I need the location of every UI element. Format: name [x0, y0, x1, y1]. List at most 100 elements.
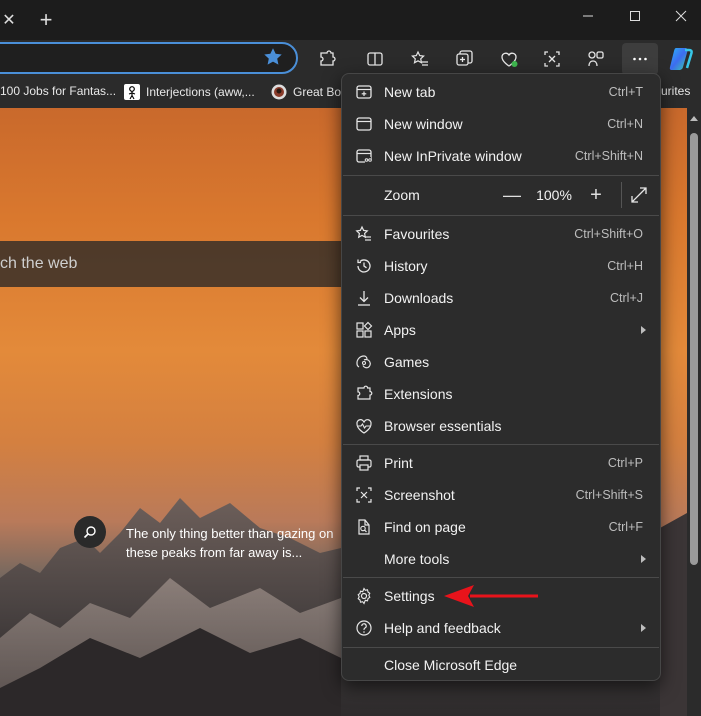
menu-item-shortcut: Ctrl+Shift+N — [574, 149, 643, 163]
more-dots-icon — [633, 57, 647, 61]
bookmark-item[interactable]: Interjections (aww,... — [124, 84, 255, 100]
search-icon — [83, 526, 96, 539]
menu-item-label: Browser essentials — [384, 418, 502, 434]
menu-item-label: Help and feedback — [384, 620, 501, 636]
find-on-page-icon — [355, 518, 373, 536]
bookmark-label: Interjections (aww,... — [146, 85, 255, 99]
menu-item-label: Apps — [384, 322, 416, 338]
close-window-button[interactable] — [658, 0, 701, 32]
profile-share-button[interactable] — [581, 44, 611, 74]
games-icon — [355, 353, 373, 371]
annotation-arrow-icon — [444, 585, 538, 607]
scroll-up-arrow-icon[interactable] — [690, 116, 698, 121]
bookmark-item[interactable]: 100 Jobs for Fantas... — [0, 84, 116, 98]
menu-item-label: New tab — [384, 84, 436, 100]
help-question-icon — [355, 619, 373, 637]
menu-divider — [343, 647, 659, 648]
menu-item-shortcut: Ctrl+Shift+O — [574, 227, 643, 241]
new-tab-button[interactable]: + — [32, 7, 60, 35]
puzzle-icon — [320, 50, 336, 66]
tab-close-button[interactable]: ✕ — [0, 9, 18, 33]
bookmark-label: 100 Jobs for Fantas... — [0, 84, 117, 98]
menu-divider — [343, 215, 659, 216]
menu-divider — [343, 577, 659, 578]
fullscreen-expand-icon[interactable] — [629, 185, 649, 205]
copilot-icon[interactable] — [668, 46, 694, 72]
zoom-in-button[interactable]: + — [585, 184, 607, 207]
menu-item-screenshot[interactable]: Screenshot Ctrl+Shift+S — [343, 479, 659, 511]
download-icon — [355, 289, 373, 307]
menu-item-extensions[interactable]: Extensions — [343, 378, 659, 410]
bookmark-item[interactable]: Great Bo — [271, 84, 341, 100]
zoom-out-button[interactable]: — — [501, 185, 523, 206]
menu-item-close-microsoft-edge[interactable]: Close Microsoft Edge — [343, 649, 659, 681]
gear-icon — [355, 587, 373, 605]
screenshot-toolbar-button[interactable] — [537, 44, 567, 74]
menu-item-history[interactable]: History Ctrl+H — [343, 250, 659, 282]
collections-button[interactable] — [449, 44, 479, 74]
split-screen-button[interactable] — [360, 44, 390, 74]
maximize-icon — [630, 11, 640, 21]
zoom-label: Zoom — [384, 187, 420, 203]
menu-item-label: History — [384, 258, 428, 274]
menu-item-games[interactable]: Games — [343, 346, 659, 378]
menu-item-label: New InPrivate window — [384, 148, 522, 164]
menu-item-downloads[interactable]: Downloads Ctrl+J — [343, 282, 659, 314]
settings-and-more-button[interactable] — [622, 43, 658, 75]
extensions-toolbar-button[interactable] — [312, 44, 342, 74]
address-bar[interactable] — [0, 42, 298, 74]
page-scrollbar[interactable] — [687, 108, 701, 716]
bookmark-label: urites — [661, 84, 691, 98]
circle-favicon-icon — [271, 84, 287, 100]
new-tab-icon — [355, 83, 373, 101]
menu-item-favourites[interactable]: Favourites Ctrl+Shift+O — [343, 218, 659, 250]
collections-icon — [456, 50, 473, 66]
browser-essentials-toolbar-button[interactable] — [494, 44, 524, 74]
menu-item-label: Print — [384, 455, 413, 471]
apps-icon — [355, 321, 373, 339]
menu-item-label: Favourites — [384, 226, 450, 242]
menu-item-label: Extensions — [384, 386, 453, 402]
new-window-icon — [355, 115, 373, 133]
favourites-star-list-icon — [411, 50, 428, 66]
zoom-divider — [621, 182, 622, 208]
menu-item-shortcut: Ctrl+J — [610, 291, 643, 305]
heart-pulse-icon — [501, 52, 518, 67]
menu-item-help-and-feedback[interactable]: Help and feedback — [343, 612, 659, 644]
minimize-button[interactable] — [565, 0, 611, 32]
menu-item-shortcut: Ctrl+N — [607, 117, 643, 131]
screenshot-scissors-icon — [544, 51, 560, 67]
other-favourites-label[interactable]: urites — [661, 84, 690, 98]
menu-item-label: Close Microsoft Edge — [384, 657, 518, 673]
submenu-arrow-icon — [641, 326, 646, 334]
image-info-search-button[interactable] — [74, 516, 106, 548]
close-icon — [675, 10, 687, 22]
split-screen-icon — [367, 52, 383, 66]
menu-item-shortcut: Ctrl+T — [608, 85, 643, 99]
menu-item-label: Settings — [384, 588, 435, 604]
favourites-icon — [355, 225, 373, 243]
favourite-star-icon[interactable] — [262, 46, 284, 68]
menu-item-label: Games — [384, 354, 430, 370]
menu-item-new-window[interactable]: New window Ctrl+N — [343, 108, 659, 140]
menu-item-find-on-page[interactable]: Find on page Ctrl+F — [343, 511, 659, 543]
menu-item-browser-essentials[interactable]: Browser essentials — [343, 410, 659, 442]
web-search-box[interactable]: ch the web — [0, 241, 350, 287]
screenshot-icon — [355, 486, 373, 504]
menu-item-apps[interactable]: Apps — [343, 314, 659, 346]
favourites-toolbar-button[interactable] — [405, 44, 435, 74]
maximize-button[interactable] — [612, 0, 658, 32]
scroll-thumb[interactable] — [690, 133, 698, 565]
search-placeholder: ch the web — [0, 255, 78, 272]
menu-item-shortcut: Ctrl+P — [607, 456, 643, 470]
menu-item-label: More tools — [384, 551, 450, 567]
menu-item-print[interactable]: Print Ctrl+P — [343, 447, 659, 479]
menu-item-label: New window — [384, 116, 463, 132]
image-info-text[interactable]: The only thing better than gazing on the… — [126, 524, 351, 562]
figure-favicon-icon — [124, 84, 140, 100]
browser-essentials-heart-icon — [355, 417, 373, 435]
bookmark-label: Great Bo — [293, 85, 342, 99]
menu-item-more-tools[interactable]: More tools — [343, 543, 659, 575]
menu-item-new-tab[interactable]: New tab Ctrl+T — [343, 76, 659, 108]
menu-item-new-inprivate-window[interactable]: New InPrivate window Ctrl+Shift+N — [343, 140, 659, 172]
